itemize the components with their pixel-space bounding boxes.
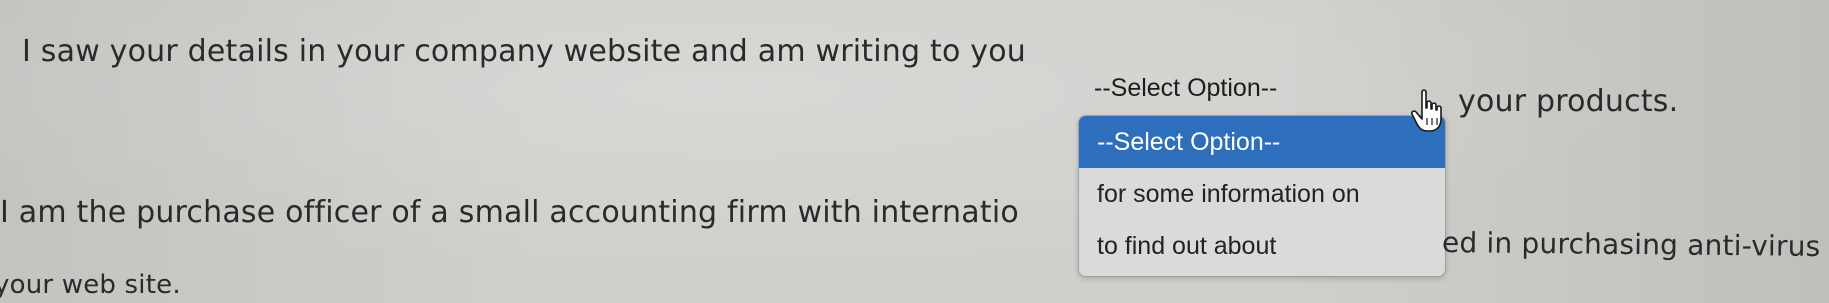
sentence-text-3: your web site.: [0, 270, 181, 300]
hand-pointer-icon: [1408, 88, 1448, 134]
sentence-text-2-tail: ed in purchasing anti-virus: [1441, 226, 1821, 263]
option-select[interactable]: --Select Option--: [1090, 70, 1400, 106]
select-option-find-out[interactable]: to find out about: [1079, 220, 1445, 272]
sentence-text-1-tail: your products.: [1458, 84, 1679, 119]
select-option-default[interactable]: --Select Option--: [1079, 116, 1445, 168]
select-dropdown-list[interactable]: --Select Option-- for some information o…: [1078, 115, 1446, 277]
select-option-some-information[interactable]: for some information on: [1079, 168, 1445, 220]
sentence-text-1: I saw your details in your company websi…: [22, 34, 1026, 69]
select-current-value: --Select Option--: [1094, 73, 1278, 102]
sentence-text-2: I am the purchase officer of a small acc…: [0, 195, 1019, 230]
